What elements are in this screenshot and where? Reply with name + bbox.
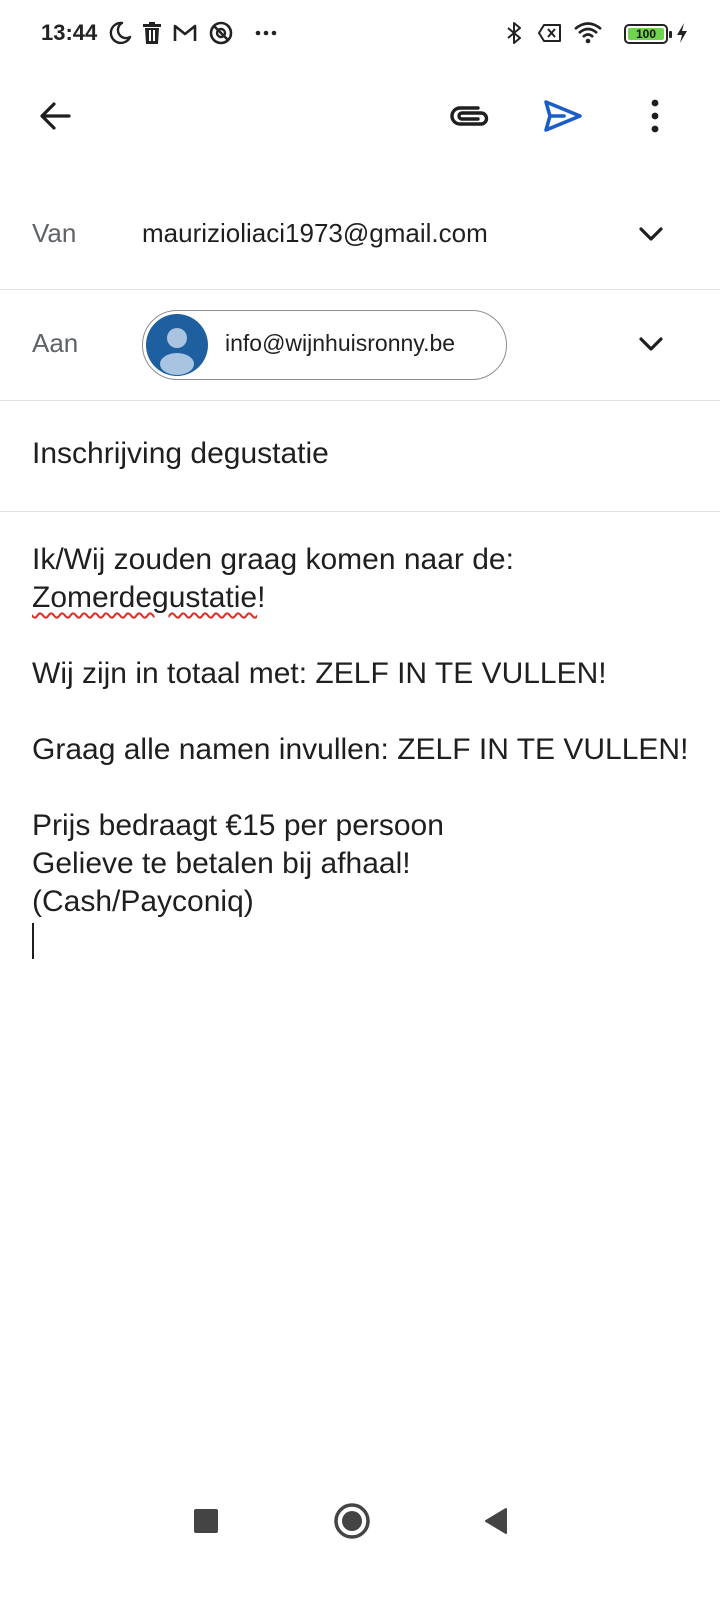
body-line: Graag alle namen invullen: ZELF IN TE VU… [32, 733, 689, 766]
attach-icon [450, 106, 489, 126]
compose-body[interactable]: Ik/Wij zouden graag komen naar de: Zomer… [32, 541, 692, 969]
subject-field[interactable]: Inschrijving degustatie [32, 437, 329, 471]
moon-icon [107, 20, 133, 46]
body-line: Zomerdegustatie! [32, 579, 692, 617]
gmail-icon [172, 20, 198, 46]
home-button[interactable] [317, 1486, 387, 1556]
recipient-chip[interactable]: info@wijnhuisronny.be [142, 310, 507, 380]
divider [0, 400, 720, 401]
battery-icon: 100 [624, 24, 672, 44]
back-triangle-icon [485, 1508, 507, 1534]
bluetooth-icon [501, 20, 527, 46]
from-expand-button[interactable] [631, 214, 671, 254]
trash-icon [139, 20, 165, 46]
no-sim-icon [537, 20, 563, 46]
battery-level: 100 [635, 27, 657, 41]
body-line: Wij zijn in totaal met: ZELF IN TE VULLE… [32, 657, 607, 690]
recipient-chip-label: info@wijnhuisronny.be [225, 330, 456, 356]
more-options-button[interactable] [627, 88, 683, 144]
do-not-disturb-icon [208, 20, 234, 46]
charging-icon [672, 20, 692, 46]
attach-button[interactable] [442, 88, 498, 144]
status-time: 13:44 [41, 20, 98, 45]
to-expand-button[interactable] [631, 324, 671, 364]
send-icon [544, 100, 582, 132]
more-vert-icon [651, 99, 659, 133]
misspelled-word[interactable]: Zomerdegustatie [32, 581, 257, 614]
wifi-icon [573, 20, 603, 46]
body-line: Prijs bedraagt €15 per persoon [32, 809, 444, 842]
text-cursor [32, 923, 34, 959]
avatar [146, 314, 208, 376]
body-line: Ik/Wij zouden graag komen naar de: [32, 543, 514, 576]
body-punct: ! [257, 581, 266, 614]
text-cursor-line [32, 921, 692, 969]
navigation-bar [0, 1475, 720, 1600]
send-button[interactable] [535, 88, 591, 144]
divider [0, 289, 720, 290]
body-line: (Cash/Payconiq) [32, 885, 254, 918]
chevron-down-icon [639, 337, 663, 351]
more-dots-icon [253, 20, 279, 46]
status-bar: 13:44 100 [0, 0, 720, 70]
recents-button[interactable] [171, 1486, 241, 1556]
to-label: Aan [32, 328, 79, 358]
nav-back-button[interactable] [461, 1486, 531, 1556]
chevron-down-icon [639, 227, 663, 241]
divider [0, 511, 720, 512]
back-arrow-icon [40, 102, 71, 130]
person-icon [160, 328, 194, 375]
from-address[interactable]: maurizioliaci1973@gmail.com [142, 218, 488, 249]
back-button[interactable] [27, 88, 83, 144]
from-label: Van [32, 218, 77, 248]
body-line: Gelieve te betalen bij afhaal! [32, 847, 411, 880]
home-circle-icon [334, 1503, 370, 1539]
recents-square-icon [194, 1509, 218, 1533]
